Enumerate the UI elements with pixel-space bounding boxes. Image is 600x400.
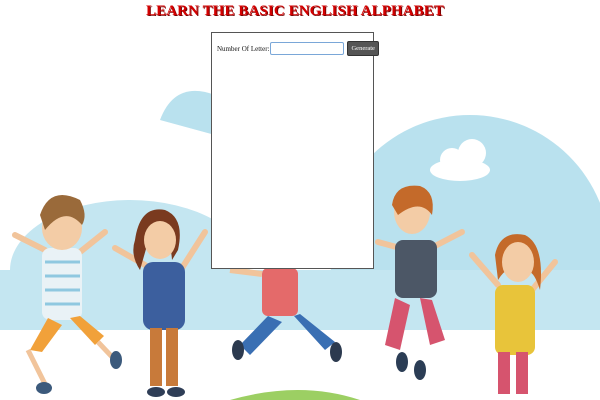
number-row: Number Of Letter: Generate	[217, 41, 379, 56]
number-of-letter-label: Number Of Letter:	[217, 44, 270, 53]
number-of-letter-input[interactable]	[270, 42, 345, 55]
sky-blob-top	[160, 90, 215, 135]
cloud-left-icon	[92, 160, 148, 195]
generate-button[interactable]: Generate	[347, 41, 379, 56]
page-title: LEARN THE BASIC ENGLISH ALPHABET	[145, 3, 444, 19]
generator-panel: Number Of Letter: Generate	[211, 32, 379, 269]
